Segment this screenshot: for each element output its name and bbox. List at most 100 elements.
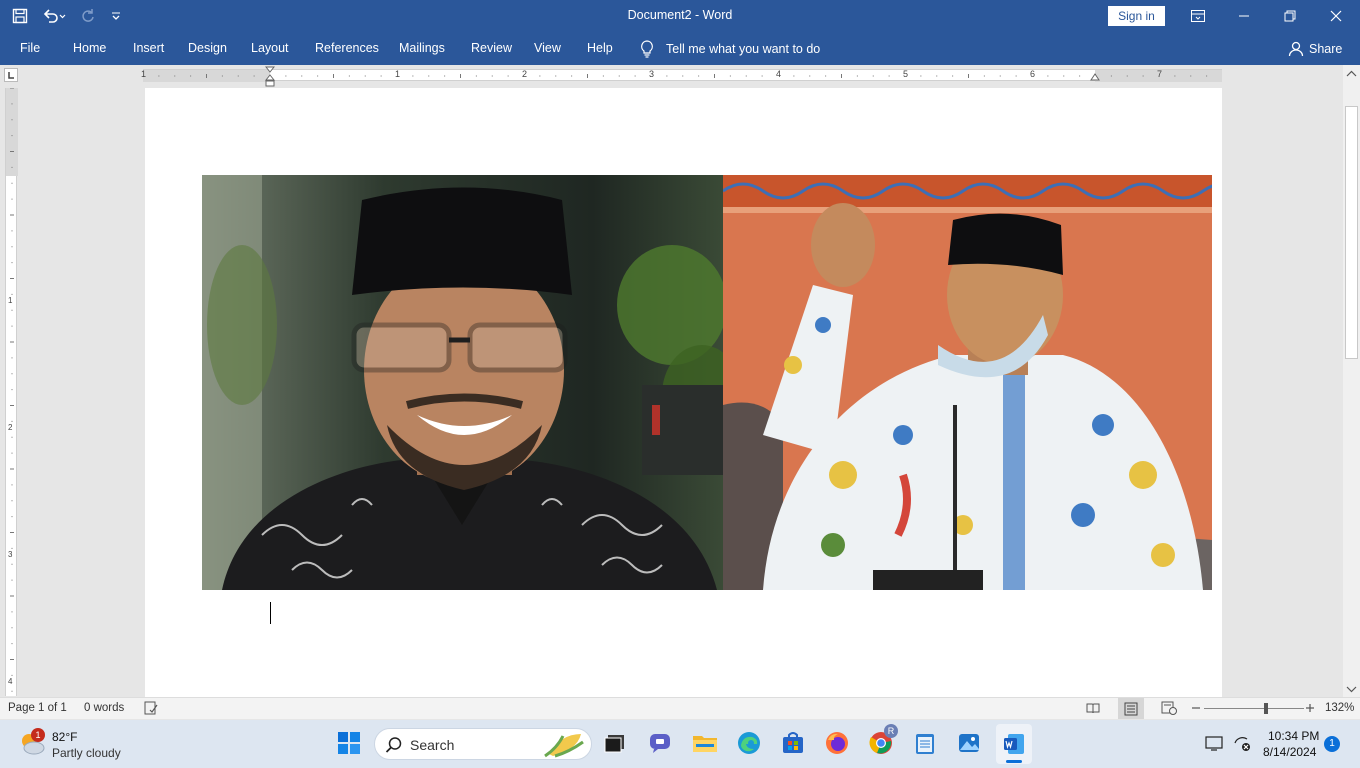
tab-review[interactable]: Review	[471, 41, 512, 55]
word-count[interactable]: 0 words	[84, 702, 124, 714]
tab-help[interactable]: Help	[587, 41, 613, 55]
ribbon-display-options-icon[interactable]	[1175, 0, 1221, 32]
ruler-number: 6	[1030, 69, 1036, 79]
teams-chat-button[interactable]	[645, 728, 675, 758]
lightbulb-icon	[640, 39, 654, 58]
clock-date[interactable]: 8/14/2024	[1263, 745, 1316, 759]
photos-button[interactable]	[954, 728, 984, 758]
proofing-icon[interactable]	[144, 701, 158, 718]
start-button[interactable]	[334, 728, 364, 758]
zoom-slider-thumb[interactable]	[1264, 703, 1268, 714]
ruler-number: 1	[395, 69, 401, 79]
tab-mailings[interactable]: Mailings	[399, 41, 445, 55]
title-bar: Document2 - Word Sign in	[0, 0, 1360, 32]
ruler-number: 1	[141, 69, 147, 79]
right-portrait-photo[interactable]	[723, 175, 1212, 590]
notification-badge[interactable]: 1	[1324, 736, 1340, 752]
first-line-indent-marker[interactable]	[264, 66, 276, 88]
network-disconnected-icon[interactable]	[1233, 734, 1251, 755]
folder-icon	[693, 736, 717, 752]
sign-in-button[interactable]: Sign in	[1108, 6, 1165, 26]
ruler-ticks	[143, 70, 1222, 82]
tab-insert[interactable]: Insert	[133, 41, 164, 55]
scroll-down-icon[interactable]	[1343, 682, 1360, 696]
taskbar: 1 82°F Partly cloudy R 10:34 PM 8/14/202…	[0, 720, 1360, 768]
left-portrait-photo[interactable]	[202, 175, 723, 590]
status-bar: Page 1 of 1 0 words 132%	[0, 697, 1360, 719]
tab-design[interactable]: Design	[188, 41, 227, 55]
zoom-slider[interactable]	[1204, 698, 1304, 719]
ruler-number: 3	[8, 550, 13, 559]
tab-home[interactable]: Home	[73, 41, 106, 55]
vertical-ruler[interactable]: 1 2 3 4	[5, 88, 18, 696]
web-layout-icon[interactable]	[1161, 701, 1177, 718]
task-view-button[interactable]	[600, 728, 630, 758]
zoom-track	[1204, 708, 1304, 709]
active-app-indicator	[1006, 760, 1022, 763]
quick-access-toolbar	[12, 0, 122, 32]
notepad-button[interactable]	[910, 728, 940, 758]
word-taskbar-button[interactable]	[996, 724, 1032, 764]
save-icon[interactable]	[12, 6, 28, 26]
search-placeholder: Search	[410, 737, 455, 753]
photos-icon	[959, 734, 979, 752]
page-count[interactable]: Page 1 of 1	[8, 702, 67, 714]
search-icon	[385, 736, 403, 757]
remote-display-icon[interactable]	[1205, 734, 1223, 755]
notepad-icon	[916, 734, 934, 754]
store-icon	[783, 732, 803, 753]
zoom-in-icon[interactable]	[1305, 702, 1315, 717]
firefox-icon	[826, 732, 848, 754]
taskbar-search[interactable]: Search	[374, 728, 592, 760]
edge-icon	[738, 732, 760, 754]
ruler-number: 4	[776, 69, 782, 79]
word-icon	[1004, 734, 1024, 754]
scrollbar-thumb[interactable]	[1345, 106, 1358, 359]
tab-view[interactable]: View	[534, 41, 561, 55]
tell-me-search[interactable]: Tell me what you want to do	[640, 32, 820, 65]
man-speaking-batik-photo	[723, 175, 1212, 590]
print-layout-icon[interactable]	[1118, 698, 1144, 719]
tab-file[interactable]: File	[20, 41, 40, 55]
share-button[interactable]: Share	[1288, 32, 1342, 65]
undo-icon[interactable]	[42, 6, 66, 26]
firefox-button[interactable]	[822, 728, 852, 758]
right-indent-marker[interactable]	[1090, 72, 1100, 82]
read-mode-icon[interactable]	[1086, 701, 1100, 718]
corn-highlight-icon	[543, 730, 587, 761]
clock-time[interactable]: 10:34 PM	[1268, 729, 1319, 743]
scroll-up-icon[interactable]	[1343, 67, 1360, 81]
restore-icon[interactable]	[1267, 0, 1313, 32]
store-button[interactable]	[778, 728, 808, 758]
ruler-number: 1	[8, 296, 13, 305]
redo-icon[interactable]	[80, 6, 96, 26]
horizontal-ruler[interactable]: 1 1 2 3 4 5 6 7	[141, 69, 1222, 82]
windows-logo-icon	[338, 732, 360, 754]
weather-badge: 1	[31, 728, 45, 742]
ruler-number: 2	[522, 69, 528, 79]
tray-icons	[1205, 734, 1251, 755]
vertical-ruler-ticks	[6, 88, 18, 692]
edge-button[interactable]	[734, 728, 764, 758]
chrome-button[interactable]: R	[866, 724, 898, 758]
ruler-number: 7	[1157, 69, 1163, 79]
text-cursor	[270, 602, 271, 624]
file-explorer-button[interactable]	[690, 728, 720, 758]
person-icon	[1288, 41, 1304, 57]
chat-icon	[650, 734, 670, 753]
close-icon[interactable]	[1313, 0, 1359, 32]
minimize-icon[interactable]	[1221, 0, 1267, 32]
weather-widget[interactable]: 1 82°F Partly cloudy	[18, 728, 138, 762]
zoom-level[interactable]: 132%	[1325, 702, 1354, 714]
tab-selector-icon[interactable]	[4, 68, 18, 82]
customize-qat-icon[interactable]	[110, 6, 122, 26]
tab-layout[interactable]: Layout	[251, 41, 289, 55]
tab-references[interactable]: References	[315, 41, 379, 55]
weather-desc: Partly cloudy	[52, 746, 121, 760]
ruler-number: 3	[649, 69, 655, 79]
ruler-number: 2	[8, 423, 13, 432]
man-smiling-glasses-photo	[202, 175, 723, 590]
share-label: Share	[1309, 41, 1343, 56]
zoom-out-icon[interactable]	[1191, 702, 1201, 717]
weather-temp: 82°F	[52, 730, 78, 744]
